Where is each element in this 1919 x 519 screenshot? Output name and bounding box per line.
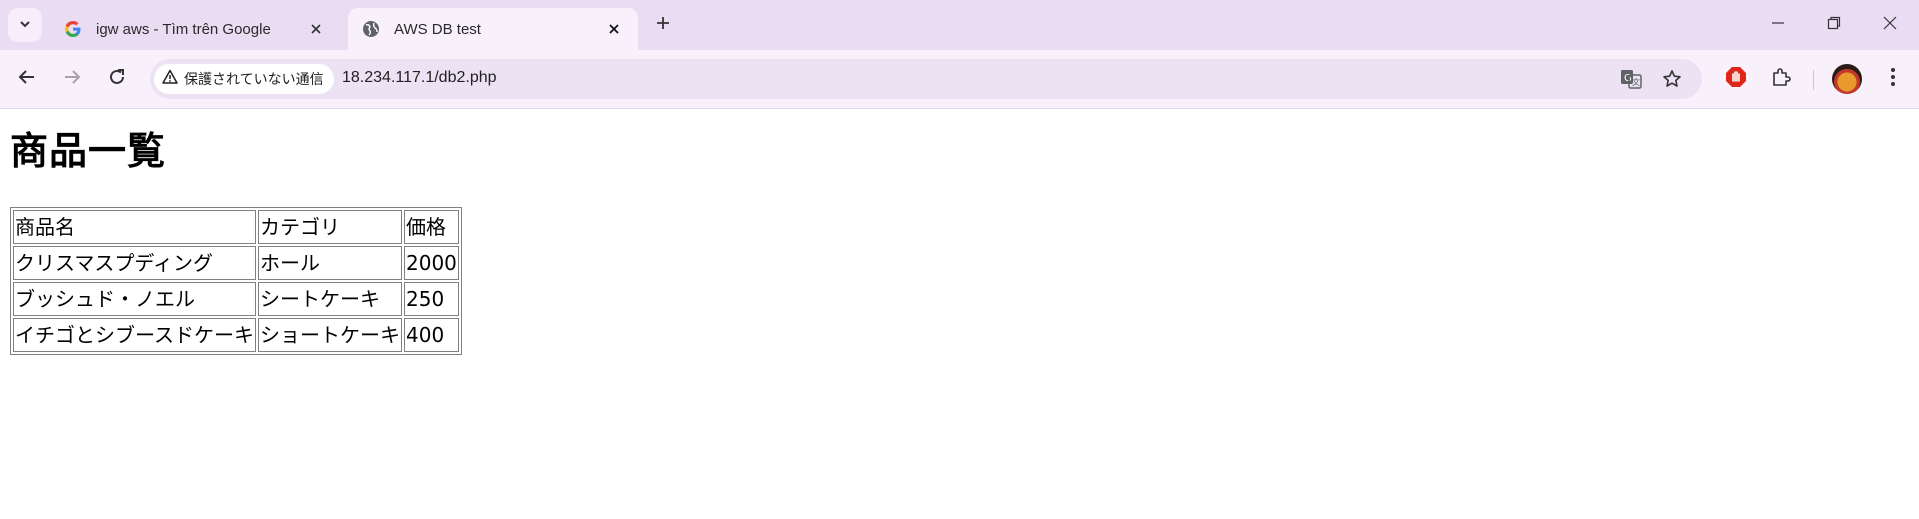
table-cell-name: イチゴとシブースドケーキ — [13, 318, 256, 352]
puzzle-icon — [1771, 67, 1791, 91]
google-g-icon — [64, 20, 82, 38]
table-header-cell: カテゴリ — [258, 210, 402, 244]
forward-button[interactable] — [56, 63, 88, 95]
tab-aws-db-test[interactable]: AWS DB test — [348, 8, 638, 50]
toolbar-divider — [1813, 70, 1814, 90]
tab-google-search[interactable]: igw aws - Tìm trên Google — [50, 8, 340, 50]
table-header-row: 商品名 カテゴリ 価格 — [13, 210, 459, 244]
adblock-extension-button[interactable] — [1720, 63, 1752, 95]
table-header-cell: 商品名 — [13, 210, 256, 244]
table-cell-category: ショートケーキ — [258, 318, 402, 352]
tab-title: AWS DB test — [394, 20, 481, 38]
menu-button[interactable] — [1877, 63, 1909, 95]
table-cell-price: 250 — [404, 282, 459, 316]
tab-title: igw aws - Tìm trên Google — [96, 20, 271, 38]
table-cell-category: シートケーキ — [258, 282, 402, 316]
security-status-label: 保護されていない通信 — [184, 72, 324, 88]
address-bar[interactable]: 保護されていない通信 18.234.117.1/db2.php G文 — [150, 59, 1702, 99]
page-title: 商品一覧 — [10, 129, 167, 173]
more-vertical-icon — [1890, 67, 1896, 91]
table-header-cell: 価格 — [404, 210, 459, 244]
table-cell-category: ホール — [258, 246, 402, 280]
close-icon[interactable] — [306, 19, 326, 39]
url-text[interactable]: 18.234.117.1/db2.php — [342, 69, 497, 87]
table-cell-price: 2000 — [404, 246, 459, 280]
close-icon[interactable] — [604, 19, 624, 39]
table-cell-name: ブッシュド・ノエル — [13, 282, 256, 316]
plus-icon — [655, 15, 671, 35]
bookmark-star-icon[interactable] — [1659, 66, 1685, 92]
reload-button[interactable] — [101, 63, 133, 95]
restore-button[interactable] — [1814, 6, 1854, 42]
globe-icon — [362, 20, 380, 38]
product-table: 商品名 カテゴリ 価格 クリスマスプディング ホール 2000 ブッシュド・ノエ… — [10, 207, 462, 355]
close-icon — [1883, 15, 1897, 34]
close-window-button[interactable] — [1870, 6, 1910, 42]
arrow-left-icon — [18, 68, 36, 90]
browser-toolbar: 保護されていない通信 18.234.117.1/db2.php G文 — [0, 50, 1919, 109]
restore-icon — [1827, 15, 1841, 34]
reload-icon — [108, 68, 126, 90]
site-info-chip[interactable]: 保護されていない通信 — [154, 64, 334, 94]
extensions-button[interactable] — [1765, 63, 1797, 95]
chevron-down-icon — [18, 16, 32, 35]
stop-hand-icon — [1725, 66, 1747, 92]
tab-search-button[interactable] — [8, 8, 42, 42]
table-row: クリスマスプディング ホール 2000 — [13, 246, 459, 280]
avatar[interactable] — [1832, 64, 1862, 94]
warning-icon — [162, 69, 178, 89]
arrow-right-icon — [63, 68, 81, 90]
tab-strip: igw aws - Tìm trên Google AWS DB test — [0, 0, 1919, 50]
table-row: イチゴとシブースドケーキ ショートケーキ 400 — [13, 318, 459, 352]
translate-icon[interactable]: G文 — [1618, 66, 1644, 92]
table-cell-name: クリスマスプディング — [13, 246, 256, 280]
table-cell-price: 400 — [404, 318, 459, 352]
minimize-icon — [1771, 15, 1785, 34]
table-row: ブッシュド・ノエル シートケーキ 250 — [13, 282, 459, 316]
minimize-button[interactable] — [1758, 6, 1798, 42]
back-button[interactable] — [11, 63, 43, 95]
new-tab-button[interactable] — [650, 12, 676, 38]
svg-text:文: 文 — [1632, 77, 1640, 87]
page-content: 商品一覧 商品名 カテゴリ 価格 クリスマスプディング ホール 2000 ブッシ… — [0, 109, 1919, 519]
